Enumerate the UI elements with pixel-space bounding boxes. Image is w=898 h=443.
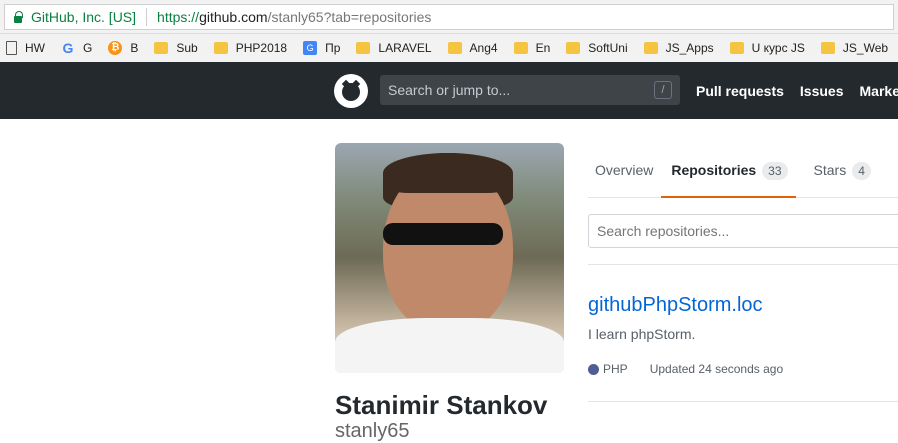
repo-name-link[interactable]: githubPhpStorm.loc	[588, 294, 763, 317]
folder-icon	[513, 42, 528, 54]
divider	[588, 401, 898, 402]
site-identity[interactable]: GitHub, Inc. [US]	[31, 9, 136, 25]
profile-name: Stanimir Stankov	[335, 390, 548, 420]
bookmark-php2018[interactable]: PHP2018	[213, 41, 287, 55]
search-placeholder: Search or jump to...	[388, 82, 511, 98]
slash-shortcut-icon: /	[654, 81, 672, 99]
header-nav: Pull requests Issues Marketp	[696, 83, 898, 99]
stars-count-badge: 4	[852, 162, 871, 180]
repo-meta: PHP Updated 24 seconds ago	[588, 362, 783, 376]
lock-icon[interactable]	[13, 11, 23, 23]
page-icon	[6, 41, 17, 55]
avatar[interactable]	[335, 143, 564, 373]
nav-pull-requests[interactable]: Pull requests	[696, 83, 784, 99]
tab-stars[interactable]: Stars 4	[806, 150, 879, 198]
url-host[interactable]: github.com	[199, 9, 267, 25]
github-logo-icon[interactable]	[334, 74, 368, 108]
address-separator	[146, 8, 148, 26]
url-scheme[interactable]: https://	[157, 9, 199, 25]
tab-repositories[interactable]: Repositories 33	[661, 150, 796, 198]
nav-marketplace[interactable]: Marketp	[860, 83, 898, 99]
bookmark-ang4[interactable]: Ang4	[447, 41, 498, 55]
repo-description: I learn phpStorm.	[588, 326, 696, 342]
github-header: Search or jump to... / Pull requests Iss…	[0, 62, 898, 119]
folder-icon	[356, 42, 371, 54]
nav-issues[interactable]: Issues	[800, 83, 844, 99]
bitcoin-icon: ₿	[108, 41, 123, 55]
language-color-dot	[588, 363, 599, 375]
divider	[588, 264, 898, 265]
bookmarks-bar: HW GG ₿ B Sub PHP2018 G Пр LARAVEL Ang4 En…	[0, 34, 898, 62]
bookmark-js-web[interactable]: JS_Web	[820, 41, 888, 55]
bookmark-g[interactable]: GG	[61, 40, 93, 56]
profile-tabs: Overview Repositories 33 Stars 4	[588, 150, 898, 198]
global-search-input[interactable]: Search or jump to... /	[380, 75, 680, 105]
folder-icon	[820, 42, 835, 54]
translate-icon: G	[303, 41, 318, 55]
folder-icon	[447, 42, 462, 54]
bookmark-js-apps[interactable]: JS_Apps	[643, 41, 714, 55]
google-icon: G	[62, 40, 74, 56]
bookmark-u-kurs-js[interactable]: U курс JS	[729, 41, 805, 55]
folder-icon	[643, 42, 658, 54]
bookmark-pr[interactable]: G Пр	[303, 41, 340, 55]
bookmark-sub[interactable]: Sub	[154, 41, 198, 55]
folder-icon	[213, 42, 228, 54]
repo-language: PHP	[603, 362, 628, 376]
repo-updated: Updated 24 seconds ago	[649, 362, 784, 376]
repositories-count-badge: 33	[762, 162, 788, 180]
address-bar-area: GitHub, Inc. [US] https://github.com/sta…	[0, 0, 898, 34]
folder-icon	[729, 42, 744, 54]
profile-username: stanly65	[335, 420, 410, 442]
url-path[interactable]: /stanly65?tab=repositories	[268, 9, 432, 25]
bookmark-b[interactable]: ₿ B	[108, 41, 138, 55]
bookmark-softuni[interactable]: SoftUni	[566, 41, 628, 55]
folder-icon	[566, 42, 581, 54]
bookmark-laravel[interactable]: LARAVEL	[356, 41, 432, 55]
bookmark-en[interactable]: En	[513, 41, 550, 55]
address-bar[interactable]: GitHub, Inc. [US] https://github.com/sta…	[4, 4, 894, 30]
folder-icon	[154, 42, 169, 54]
tab-overview[interactable]: Overview	[588, 150, 661, 198]
bookmark-hw[interactable]: HW	[0, 41, 45, 55]
repo-search-input[interactable]	[588, 214, 898, 248]
